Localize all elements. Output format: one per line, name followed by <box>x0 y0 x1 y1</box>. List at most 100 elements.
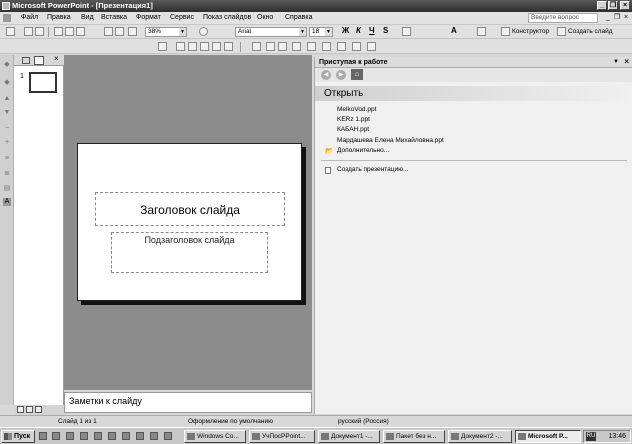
bold-button[interactable]: Ж <box>342 26 349 35</box>
summary-slide-icon[interactable]: ▤ <box>3 185 11 193</box>
new-slide-button[interactable]: Создать слайд <box>568 28 613 35</box>
font-select[interactable]: Arial ▼ <box>235 27 307 37</box>
slide-design-icon[interactable] <box>176 42 185 51</box>
quick-launch-icon[interactable] <box>94 432 102 440</box>
toolbar-options-icon[interactable] <box>367 42 376 51</box>
slide-layout-icon[interactable] <box>158 42 167 51</box>
quick-launch-icon[interactable] <box>150 432 158 440</box>
menu-window[interactable]: Окно <box>257 14 273 21</box>
taskbar-button[interactable]: Документ1 -... <box>318 430 380 443</box>
italic-button[interactable]: К <box>356 26 361 35</box>
close-pane-icon[interactable]: × <box>54 54 59 63</box>
font-color-icon[interactable] <box>477 27 486 36</box>
textbox-icon[interactable] <box>292 42 301 51</box>
notes-field[interactable]: Заметки к слайду <box>64 392 312 413</box>
tab-slides[interactable] <box>34 56 44 65</box>
grow-font-button[interactable]: A <box>451 26 457 35</box>
task-pane-close-icon[interactable]: × <box>624 56 629 67</box>
menu-insert[interactable]: Вставка <box>101 14 127 21</box>
font-size-select[interactable]: 18 ▼ <box>309 27 333 37</box>
move-down-icon[interactable]: ▼ <box>3 109 11 117</box>
taskbar-button[interactable]: Windows Co... <box>184 430 246 443</box>
transition-icon[interactable] <box>212 42 221 51</box>
collapse-icon[interactable]: − <box>3 125 11 133</box>
recent-file-link[interactable]: KERz 1.ppt <box>337 116 370 123</box>
minimize-button[interactable]: _ <box>597 1 607 10</box>
slide-sorter-icon[interactable] <box>26 406 33 413</box>
slide-show-icon[interactable] <box>224 42 233 51</box>
help-search-input[interactable]: Введите вопрос <box>528 13 598 23</box>
close-button[interactable]: × <box>620 1 630 10</box>
line-icon[interactable] <box>266 42 275 51</box>
arrow-icon[interactable] <box>252 42 261 51</box>
slide-canvas[interactable]: Заголовок слайда Подзаголовок слайда <box>77 143 302 301</box>
designer-icon[interactable] <box>501 27 510 36</box>
copy-icon[interactable] <box>65 27 74 36</box>
quick-launch-icon[interactable] <box>136 432 144 440</box>
normal-view-icon[interactable] <box>17 406 24 413</box>
move-up-icon[interactable]: ▲ <box>3 95 11 103</box>
taskbar-button[interactable]: Документ2 -... <box>448 430 512 443</box>
save-icon[interactable] <box>35 27 44 36</box>
recent-file-link[interactable]: Мардашева Елена Михайловна.ppt <box>337 137 444 144</box>
doc-restore-button[interactable]: ❐ <box>613 14 621 22</box>
tab-outline[interactable] <box>22 57 30 64</box>
recent-file-link[interactable]: MelkoVod.ppt <box>337 106 376 113</box>
chevron-down-icon[interactable]: ▼ <box>613 57 619 68</box>
home-icon[interactable]: ⌂ <box>351 69 363 80</box>
menu-slide-show[interactable]: Показ слайдов <box>203 14 251 21</box>
quick-launch-icon[interactable] <box>122 432 130 440</box>
new-slide-icon[interactable] <box>557 27 566 36</box>
create-presentation-link[interactable]: Создать презентацию... <box>337 166 408 173</box>
collapse-all-icon[interactable]: ≡ <box>3 155 11 163</box>
document-icon[interactable] <box>3 14 11 22</box>
help-icon[interactable] <box>199 27 208 36</box>
menu-edit[interactable]: Правка <box>47 14 71 21</box>
chart-icon[interactable] <box>104 27 113 36</box>
demote-icon[interactable]: ◆ <box>3 79 11 87</box>
line-color-icon[interactable] <box>337 42 346 51</box>
animation-icon[interactable] <box>200 42 209 51</box>
taskbar-button-active[interactable]: Microsoft P... <box>515 430 581 443</box>
quick-launch-icon[interactable] <box>80 432 88 440</box>
align-icon[interactable] <box>402 27 411 36</box>
quick-launch-icon[interactable] <box>164 432 172 440</box>
underline-button[interactable]: Ч <box>369 26 375 35</box>
slide-show-view-icon[interactable] <box>35 406 42 413</box>
quick-launch-icon[interactable] <box>39 432 47 440</box>
new-icon[interactable] <box>6 27 15 36</box>
subtitle-placeholder[interactable]: Подзаголовок слайда <box>111 232 268 273</box>
table-icon[interactable] <box>115 27 124 36</box>
title-placeholder[interactable]: Заголовок слайда <box>95 192 285 226</box>
expand-icon[interactable]: + <box>3 139 11 147</box>
slide-thumbnail[interactable] <box>29 72 57 93</box>
rectangle-icon[interactable] <box>278 42 287 51</box>
cut-icon[interactable] <box>54 27 63 36</box>
open-icon[interactable] <box>24 27 33 36</box>
doc-close-button[interactable]: × <box>622 14 630 22</box>
shadow-style-icon[interactable] <box>352 42 361 51</box>
quick-launch-icon[interactable] <box>52 432 60 440</box>
wordart-icon[interactable] <box>307 42 316 51</box>
maximize-button[interactable]: ❐ <box>608 1 618 10</box>
language-indicator[interactable]: RU <box>586 432 596 441</box>
show-formatting-icon[interactable]: A <box>3 198 11 206</box>
menu-tools[interactable]: Сервис <box>170 14 194 21</box>
quick-launch-icon[interactable] <box>108 432 116 440</box>
doc-minimize-button[interactable]: _ <box>604 14 612 22</box>
undo-icon[interactable] <box>76 27 85 36</box>
zoom-select[interactable]: 38% ▼ <box>145 27 187 37</box>
quick-launch-icon[interactable] <box>66 432 74 440</box>
back-icon[interactable]: ◀ <box>321 70 331 80</box>
taskbar-button[interactable]: Пакет без н... <box>383 430 445 443</box>
shadow-button[interactable]: S <box>383 26 388 35</box>
designer-button[interactable]: Конструктор <box>512 28 549 35</box>
forward-icon[interactable]: ▶ <box>336 70 346 80</box>
menu-format[interactable]: Формат <box>136 14 161 21</box>
grid-icon[interactable] <box>128 27 137 36</box>
taskbar-button[interactable]: УчПосPPoint... <box>249 430 315 443</box>
menu-view[interactable]: Вид <box>81 14 94 21</box>
menu-help[interactable]: Справка <box>285 14 312 21</box>
expand-all-icon[interactable]: ≣ <box>3 170 11 178</box>
fill-color-icon[interactable] <box>322 42 331 51</box>
